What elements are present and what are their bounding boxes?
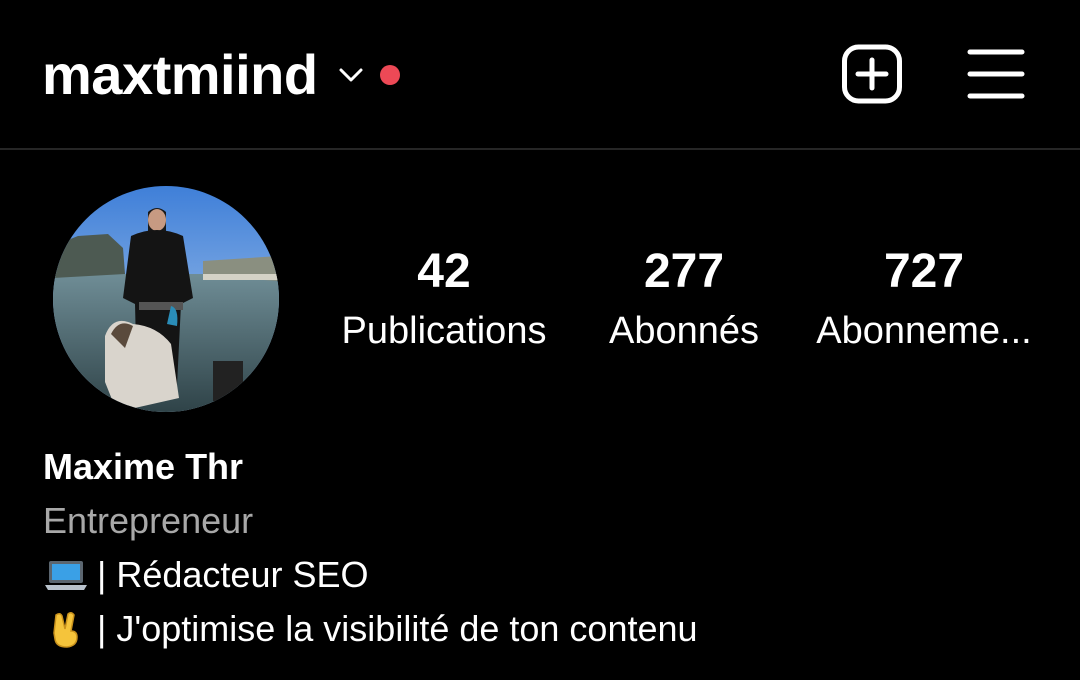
laptop-emoji [43,555,89,595]
account-switcher[interactable]: maxtmiind [42,40,400,110]
bio-line-text: | Rédacteur SEO [97,554,369,595]
bio-line-text: | J'optimise la visibilité de ton conten… [97,608,698,649]
full-name: Maxime Thr [43,446,244,487]
followers-count: 277 [643,245,725,298]
bio-line: | J'optimise la visibilité de ton conten… [43,602,1043,656]
profile-avatar[interactable] [53,186,279,412]
victory-hand-emoji [43,609,89,649]
new-post-icon [842,44,902,104]
stat-following[interactable]: 727 Abonneme... [804,240,1044,358]
followers-label: Abonnés [608,310,759,352]
chevron-down-icon [336,60,366,90]
publications-count: 42 [417,245,471,298]
profile-photo [53,186,279,412]
category-label: Entrepreneur [43,500,254,541]
following-label: Abonneme... [816,310,1032,352]
top-bar: maxtmiind [0,0,1080,148]
menu-button[interactable] [966,46,1026,102]
profile-bio: Maxime Thr Entrepreneur | Rédacteur SEO … [43,440,1043,656]
notification-dot [379,65,400,85]
bio-line: | Rédacteur SEO [43,548,1043,602]
username: maxtmiind [42,43,318,106]
menu-icon [967,49,1025,99]
header-divider [0,148,1080,150]
stat-publications[interactable]: 42 Publications [324,240,564,358]
stat-followers[interactable]: 277 Abonnés [564,240,804,358]
publications-label: Publications [341,310,547,352]
following-count: 727 [883,245,965,298]
new-post-button[interactable] [841,44,903,104]
